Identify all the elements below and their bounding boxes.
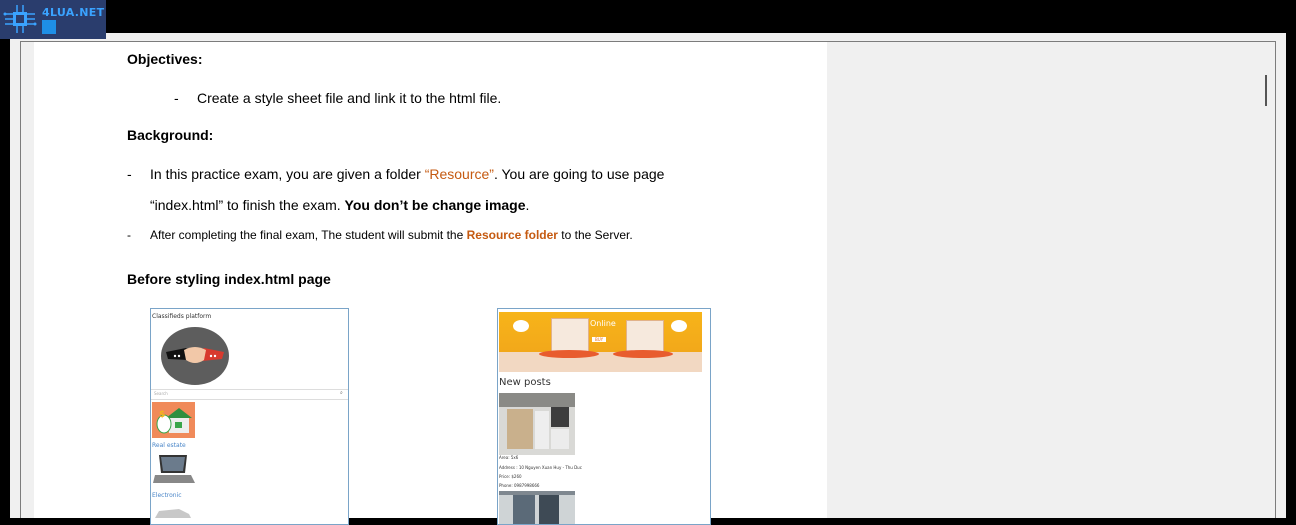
laptop-icon [153,455,195,483]
background-bullet-1-line2: “index.html” to finish the exam. You don… [150,197,529,213]
mini-search-bar[interactable]: Search ⌕ [151,389,348,400]
mini-banner-button[interactable]: BUY [592,337,607,342]
room-photo-1 [499,393,575,455]
unstyled-page-screenshot-right: Online BUY New posts Area: 5x6 Address :… [497,308,711,525]
objectives-item: Create a style sheet file and link it to… [197,90,502,106]
resource-folder-highlight: Resource folder [466,228,558,242]
bullet-dash: - [127,166,132,182]
viewer-border-left [20,41,21,518]
bullet1-line2-text: “index.html” to finish the exam. [150,197,345,213]
mini-banner-text: Online [590,319,616,328]
viewer-border-right [1275,41,1276,518]
objectives-dash: - [174,90,179,106]
bullet1-text: In this practice exam, you are given a f… [150,166,425,182]
real-estate-icon: $ [152,402,195,438]
mini-post-detail: Phone: 0987998666 [499,483,540,488]
scrollbar-thumb[interactable] [1265,75,1267,106]
mini-category-real-estate[interactable]: Real estate [152,442,186,449]
resource-highlight: “Resource” [424,166,494,182]
bullet2-text-end: to the Server. [557,228,633,242]
logo-text: 4LUA.NET [42,6,105,19]
room-photo-2 [499,491,575,524]
bullet1-line2-end: . [525,197,530,213]
mini-banner: Online BUY [499,312,702,372]
mini-post-detail: Address : 10 Nguyen Xuan Huy - Thu Duc [499,465,582,470]
circuit-chip-icon [3,5,37,33]
site-logo[interactable]: 4LUA.NET [0,0,106,39]
mini-post-detail: Price: $260 [499,474,522,479]
handshake-icon [161,327,229,385]
background-bullet-1: In this practice exam, you are given a f… [150,166,664,182]
logo-badge [42,20,56,34]
objectives-heading: Objectives: [127,51,203,67]
mini-search-icon: ⌕ [340,390,343,396]
background-heading: Background: [127,127,214,143]
before-styling-heading: Before styling index.html page [127,271,331,287]
bullet-dash: - [127,228,131,242]
mini-section-title: New posts [499,377,551,388]
bullet1-bold-text: You don’t be change image [344,197,526,213]
bullet1-text-end: . You are going to use page [493,166,665,182]
mini-post-detail: Area: 5x6 [499,455,519,460]
svg-text:$: $ [159,410,165,420]
bullet2-text: After completing the final exam, The stu… [150,228,467,242]
mini-page-title: Classifieds platform [152,313,212,320]
mini-category-electronic[interactable]: Electronic [152,492,182,499]
mini-search-placeholder: Search [154,391,168,396]
unstyled-page-screenshot-left: Classifieds platform Search ⌕ $ Real est… [150,308,349,525]
background-bullet-2: After completing the final exam, The stu… [150,228,633,242]
